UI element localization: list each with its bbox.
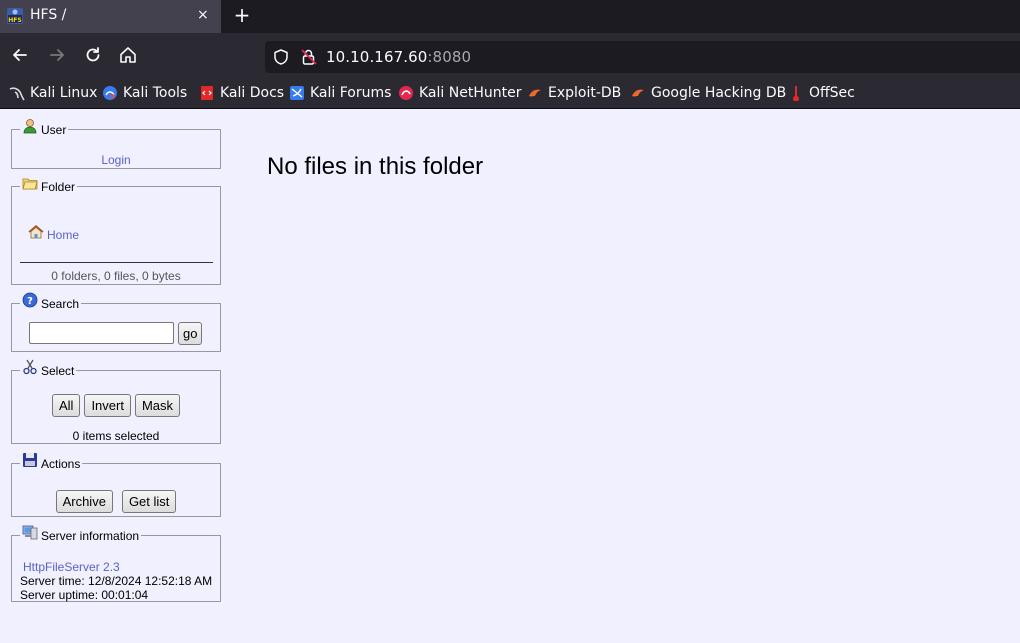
tab-title: HFS / — [30, 7, 67, 23]
tab-bar: HFS HFS / × + — [0, 0, 1020, 33]
bookmark-label: Kali Docs — [220, 85, 285, 101]
bookmark-kali-docs[interactable]: Kali Docs — [199, 83, 284, 103]
folder-stats: 0 folders, 0 files, 0 bytes — [51, 269, 181, 283]
actions-panel: Actions Archive Get list — [11, 453, 221, 517]
new-tab-button[interactable]: + — [231, 4, 253, 26]
reload-icon[interactable] — [83, 45, 103, 65]
offsec-icon — [793, 86, 799, 101]
kali-nethunter-icon — [399, 86, 413, 100]
bookmark-google-hacking-db[interactable]: Google Hacking DB — [630, 83, 786, 103]
back-arrow-icon[interactable] — [10, 45, 30, 65]
bookmark-kali-linux[interactable]: Kali Linux — [9, 83, 97, 103]
bookmark-label: Kali Forums — [310, 85, 392, 101]
server-info-panel: Server information HttpFileServer 2.3 Se… — [11, 525, 221, 602]
bookmark-kali-tools[interactable]: Kali Tools — [102, 83, 187, 103]
bookmarks-toolbar: Kali Linux Kali Tools Kali Docs Kali For… — [0, 77, 1020, 109]
bookmark-label: Exploit-DB — [548, 85, 622, 101]
home-icon[interactable] — [118, 45, 138, 65]
select-legend-label: Select — [41, 364, 75, 378]
selection-status: 0 items selected — [72, 429, 160, 443]
server-info-legend: Server information — [20, 525, 141, 543]
svg-text:?: ? — [27, 296, 33, 307]
hfs-version-link[interactable]: HttpFileServer 2.3 — [23, 560, 120, 574]
user-legend: User — [20, 119, 68, 137]
floppy-disk-icon — [23, 453, 37, 467]
home-folder-icon — [28, 225, 44, 239]
select-all-button[interactable]: All — [51, 394, 81, 417]
kali-linux-icon — [9, 87, 25, 101]
folder-legend: Folder — [20, 178, 77, 194]
kali-tools-icon — [103, 86, 117, 100]
select-legend: Select — [20, 359, 76, 378]
server-time: Server time: 12/8/2024 12:52:18 AM — [20, 574, 213, 588]
folder-icon — [22, 178, 38, 190]
get-list-button[interactable]: Get list — [121, 490, 177, 513]
bookmark-offsec[interactable]: OffSec — [788, 83, 855, 103]
bookmark-label: Kali Tools — [123, 85, 188, 101]
bookmark-exploit-db[interactable]: Exploit-DB — [527, 83, 621, 103]
actions-legend: Actions — [20, 453, 82, 471]
login-link[interactable]: Login — [101, 153, 130, 167]
user-icon — [23, 119, 37, 134]
mask-selection-button[interactable]: Mask — [134, 394, 181, 417]
hfs-favicon-icon: HFS — [7, 8, 23, 24]
search-go-button[interactable]: go — [178, 322, 203, 345]
bookmark-label: OffSec — [809, 85, 855, 101]
select-panel: Select All Invert Mask 0 items selected — [11, 359, 221, 444]
search-legend-label: Search — [41, 297, 80, 311]
scissors-icon — [23, 359, 37, 375]
bookmark-kali-forums[interactable]: Kali Forums — [289, 83, 391, 103]
archive-button[interactable]: Archive — [55, 490, 113, 513]
search-input[interactable] — [29, 322, 174, 344]
invert-selection-button[interactable]: Invert — [84, 394, 131, 417]
folder-legend-label: Folder — [41, 180, 76, 194]
tab-hfs[interactable]: HFS HFS / × — [0, 0, 221, 33]
folder-divider — [20, 262, 213, 263]
server-info-legend-label: Server information — [41, 529, 140, 543]
kali-forums-icon — [290, 86, 304, 100]
actions-legend-label: Actions — [41, 457, 81, 471]
url-port: :8080 — [427, 48, 472, 66]
svg-text:HFS: HFS — [8, 17, 21, 24]
server-uptime: Server uptime: 00:01:04 — [20, 588, 149, 602]
insecure-lock-icon[interactable] — [300, 48, 318, 66]
server-computer-icon — [22, 525, 38, 540]
tab-close-icon[interactable]: × — [197, 7, 209, 23]
shield-icon[interactable] — [272, 48, 290, 66]
bookmark-kali-nethunter[interactable]: Kali NetHunter — [398, 83, 521, 103]
empty-folder-message: No files in this folder — [267, 153, 484, 180]
kali-docs-icon — [201, 86, 213, 100]
home-breadcrumb[interactable]: Home — [28, 225, 79, 242]
user-panel: User Login — [11, 119, 221, 169]
home-link[interactable]: Home — [47, 228, 79, 242]
forward-arrow-icon[interactable] — [47, 45, 67, 65]
help-icon: ? — [22, 292, 38, 308]
url-host: 10.10.167.60 — [326, 48, 428, 66]
search-legend: ? Search — [20, 292, 81, 311]
exploit-db-icon — [529, 89, 541, 97]
bookmark-label: Google Hacking DB — [651, 85, 787, 101]
folder-panel: Folder Home 0 folders, 0 files, 0 bytes — [11, 178, 221, 285]
bookmark-label: Kali Linux — [30, 85, 98, 101]
bookmark-label: Kali NetHunter — [419, 85, 522, 101]
ghdb-icon — [632, 89, 644, 97]
search-panel: ? Search go — [11, 292, 221, 352]
url-text[interactable]: 10.10.167.60:8080 — [326, 48, 471, 66]
user-legend-label: User — [41, 123, 67, 137]
